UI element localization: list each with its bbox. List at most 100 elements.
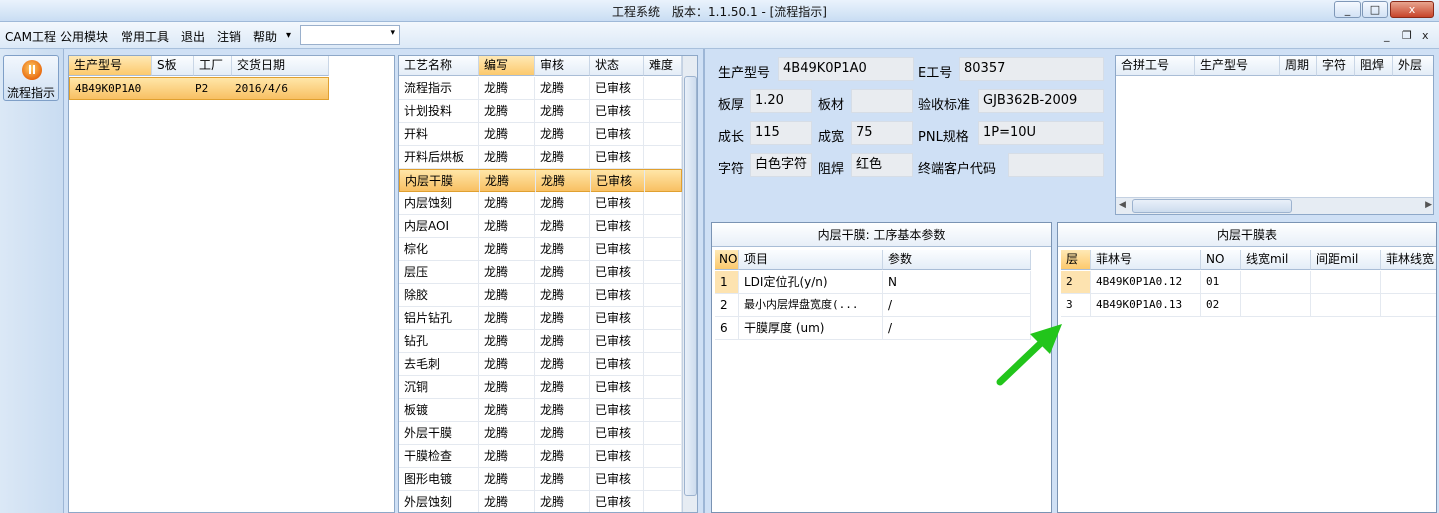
process-scrollbar[interactable] xyxy=(682,56,697,512)
nav-flow-button[interactable]: 流程指示 xyxy=(3,55,59,101)
film-col-no[interactable]: NO xyxy=(1201,250,1241,270)
orders-col-factory[interactable]: 工厂 xyxy=(194,56,232,76)
process-cell-difficulty xyxy=(645,170,683,192)
eno-field[interactable]: 80357 xyxy=(959,57,1104,81)
table-row[interactable]: 内层干膜 龙腾 龙腾 已审核 xyxy=(399,169,683,192)
menu-help[interactable]: 帮助 xyxy=(253,28,277,45)
process-cell-author: 龙腾 xyxy=(479,215,535,237)
process-cell-status: 已审核 xyxy=(590,77,644,99)
params-col-item[interactable]: 项目 xyxy=(739,250,883,270)
process-cell-difficulty xyxy=(644,261,682,283)
table-row[interactable]: 去毛刺 龙腾 龙腾 已审核 xyxy=(399,353,682,376)
material-field[interactable] xyxy=(851,89,913,113)
process-cell-reviewer: 龙腾 xyxy=(535,146,590,168)
orders-col-s[interactable]: S板 xyxy=(152,56,194,76)
table-row[interactable]: 2 最小内层焊盘宽度(... / xyxy=(715,294,1031,317)
process-col-name[interactable]: 工艺名称 xyxy=(399,56,479,76)
table-row[interactable]: 沉铜 龙腾 龙腾 已审核 xyxy=(399,376,682,399)
table-row[interactable]: 层压 龙腾 龙腾 已审核 xyxy=(399,261,682,284)
film-col-layer[interactable]: 层 xyxy=(1061,250,1091,270)
table-row[interactable]: 外层蚀刻 龙腾 龙腾 已审核 xyxy=(399,491,682,512)
combine-hscrollbar[interactable]: ◀ ▶ xyxy=(1116,197,1433,214)
process-cell-reviewer: 龙腾 xyxy=(535,238,590,260)
table-row[interactable]: 2 4B49K0P1A0.12 01 xyxy=(1061,271,1436,294)
process-scroll-thumb[interactable] xyxy=(684,76,697,496)
table-row[interactable]: 开料 龙腾 龙腾 已审核 xyxy=(399,123,682,146)
process-cell-name: 内层蚀刻 xyxy=(399,192,479,214)
model-field[interactable]: 4B49K0P1A0 xyxy=(778,57,914,81)
combine-col-no[interactable]: 合拼工号 xyxy=(1116,56,1195,76)
process-col-reviewer[interactable]: 审核 xyxy=(535,56,590,76)
menu-exit[interactable]: 退出 xyxy=(181,28,205,45)
table-row[interactable]: 内层AOI 龙腾 龙腾 已审核 xyxy=(399,215,682,238)
film-col-spacing[interactable]: 间距mil xyxy=(1311,250,1381,270)
table-row[interactable]: 4B49K0P1A0 P2 2016/4/6 xyxy=(69,77,329,100)
process-cell-difficulty xyxy=(644,422,682,444)
table-row[interactable]: 3 4B49K0P1A0.13 02 xyxy=(1061,294,1436,317)
minimize-button[interactable]: _ xyxy=(1334,1,1361,18)
splitter[interactable] xyxy=(703,49,705,513)
mdi-close-button[interactable]: x xyxy=(1422,29,1429,42)
process-cell-name: 图形电镀 xyxy=(399,468,479,490)
orders-cell-date: 2016/4/6 xyxy=(235,82,288,95)
process-cell-reviewer: 龙腾 xyxy=(535,284,590,306)
table-row[interactable]: 板镀 龙腾 龙腾 已审核 xyxy=(399,399,682,422)
help-dropdown-icon[interactable]: ▾ xyxy=(286,30,291,41)
film-col-film-no[interactable]: 菲林号 xyxy=(1091,250,1201,270)
menu-common-module[interactable]: 公用模块 xyxy=(60,28,108,45)
length-field[interactable]: 115 xyxy=(750,121,812,145)
table-row[interactable]: 内层蚀刻 龙腾 龙腾 已审核 xyxy=(399,192,682,215)
table-row[interactable]: 干膜检查 龙腾 龙腾 已审核 xyxy=(399,445,682,468)
film-cell-line-width xyxy=(1241,294,1311,316)
mask-field[interactable]: 红色 xyxy=(851,153,913,177)
process-col-difficulty[interactable]: 难度 xyxy=(644,56,682,76)
customer-field[interactable] xyxy=(1008,153,1104,177)
table-row[interactable]: 1 LDI定位孔(y/n) N xyxy=(715,271,1031,294)
table-row[interactable]: 钻孔 龙腾 龙腾 已审核 xyxy=(399,330,682,353)
scroll-right-icon[interactable]: ▶ xyxy=(1425,200,1432,210)
close-button[interactable]: x xyxy=(1390,1,1434,18)
mdi-minimize-button[interactable]: _ xyxy=(1384,29,1390,42)
scroll-left-icon[interactable]: ◀ xyxy=(1119,200,1126,210)
table-row[interactable]: 外层干膜 龙腾 龙腾 已审核 xyxy=(399,422,682,445)
menu-cam[interactable]: CAM工程 xyxy=(5,28,56,45)
process-cell-author: 龙腾 xyxy=(479,284,535,306)
combine-col-char[interactable]: 字符 xyxy=(1317,56,1355,76)
orders-col-date[interactable]: 交货日期 xyxy=(232,56,329,76)
combine-col-outer[interactable]: 外层 xyxy=(1393,56,1433,76)
char-field[interactable]: 白色字符 xyxy=(750,153,812,177)
process-col-author[interactable]: 编写 xyxy=(479,56,535,76)
process-cell-name: 沉铜 xyxy=(399,376,479,398)
menu-combo-box[interactable]: ▾ xyxy=(300,25,400,45)
table-row[interactable]: 开料后烘板 龙腾 龙腾 已审核 xyxy=(399,146,682,169)
table-row[interactable]: 6 干膜厚度 (um) / xyxy=(715,317,1031,340)
combine-col-mask[interactable]: 阻焊 xyxy=(1355,56,1393,76)
combine-scroll-thumb[interactable] xyxy=(1132,199,1292,213)
table-row[interactable]: 图形电镀 龙腾 龙腾 已审核 xyxy=(399,468,682,491)
table-row[interactable]: 流程指示 龙腾 龙腾 已审核 xyxy=(399,77,682,100)
standard-field[interactable]: GJB362B-2009 xyxy=(978,89,1104,113)
pnl-field[interactable]: 1P=10U xyxy=(978,121,1104,145)
process-cell-status: 已审核 xyxy=(590,353,644,375)
film-col-line-width[interactable]: 线宽mil xyxy=(1241,250,1311,270)
process-cell-reviewer: 龙腾 xyxy=(535,491,590,512)
table-row[interactable]: 计划投料 龙腾 龙腾 已审核 xyxy=(399,100,682,123)
combine-col-cycle[interactable]: 周期 xyxy=(1280,56,1317,76)
process-cell-reviewer: 龙腾 xyxy=(535,77,590,99)
combine-col-model[interactable]: 生产型号 xyxy=(1195,56,1280,76)
menu-logout[interactable]: 注销 xyxy=(217,28,241,45)
table-row[interactable]: 棕化 龙腾 龙腾 已审核 xyxy=(399,238,682,261)
params-col-value[interactable]: 参数 xyxy=(883,250,1031,270)
film-col-film-line-width[interactable]: 菲林线宽 xyxy=(1381,250,1436,270)
orders-col-model[interactable]: 生产型号 xyxy=(69,56,152,76)
table-row[interactable]: 除胶 龙腾 龙腾 已审核 xyxy=(399,284,682,307)
menu-tools[interactable]: 常用工具 xyxy=(121,28,169,45)
mdi-restore-button[interactable]: ❐ xyxy=(1402,29,1412,42)
table-row[interactable]: 铝片钻孔 龙腾 龙腾 已审核 xyxy=(399,307,682,330)
thickness-field[interactable]: 1.20 xyxy=(750,89,812,113)
maximize-button[interactable]: □ xyxy=(1362,1,1388,18)
width-field[interactable]: 75 xyxy=(851,121,913,145)
process-col-status[interactable]: 状态 xyxy=(590,56,644,76)
process-cell-name: 去毛刺 xyxy=(399,353,479,375)
params-col-no[interactable]: NO xyxy=(715,250,739,270)
